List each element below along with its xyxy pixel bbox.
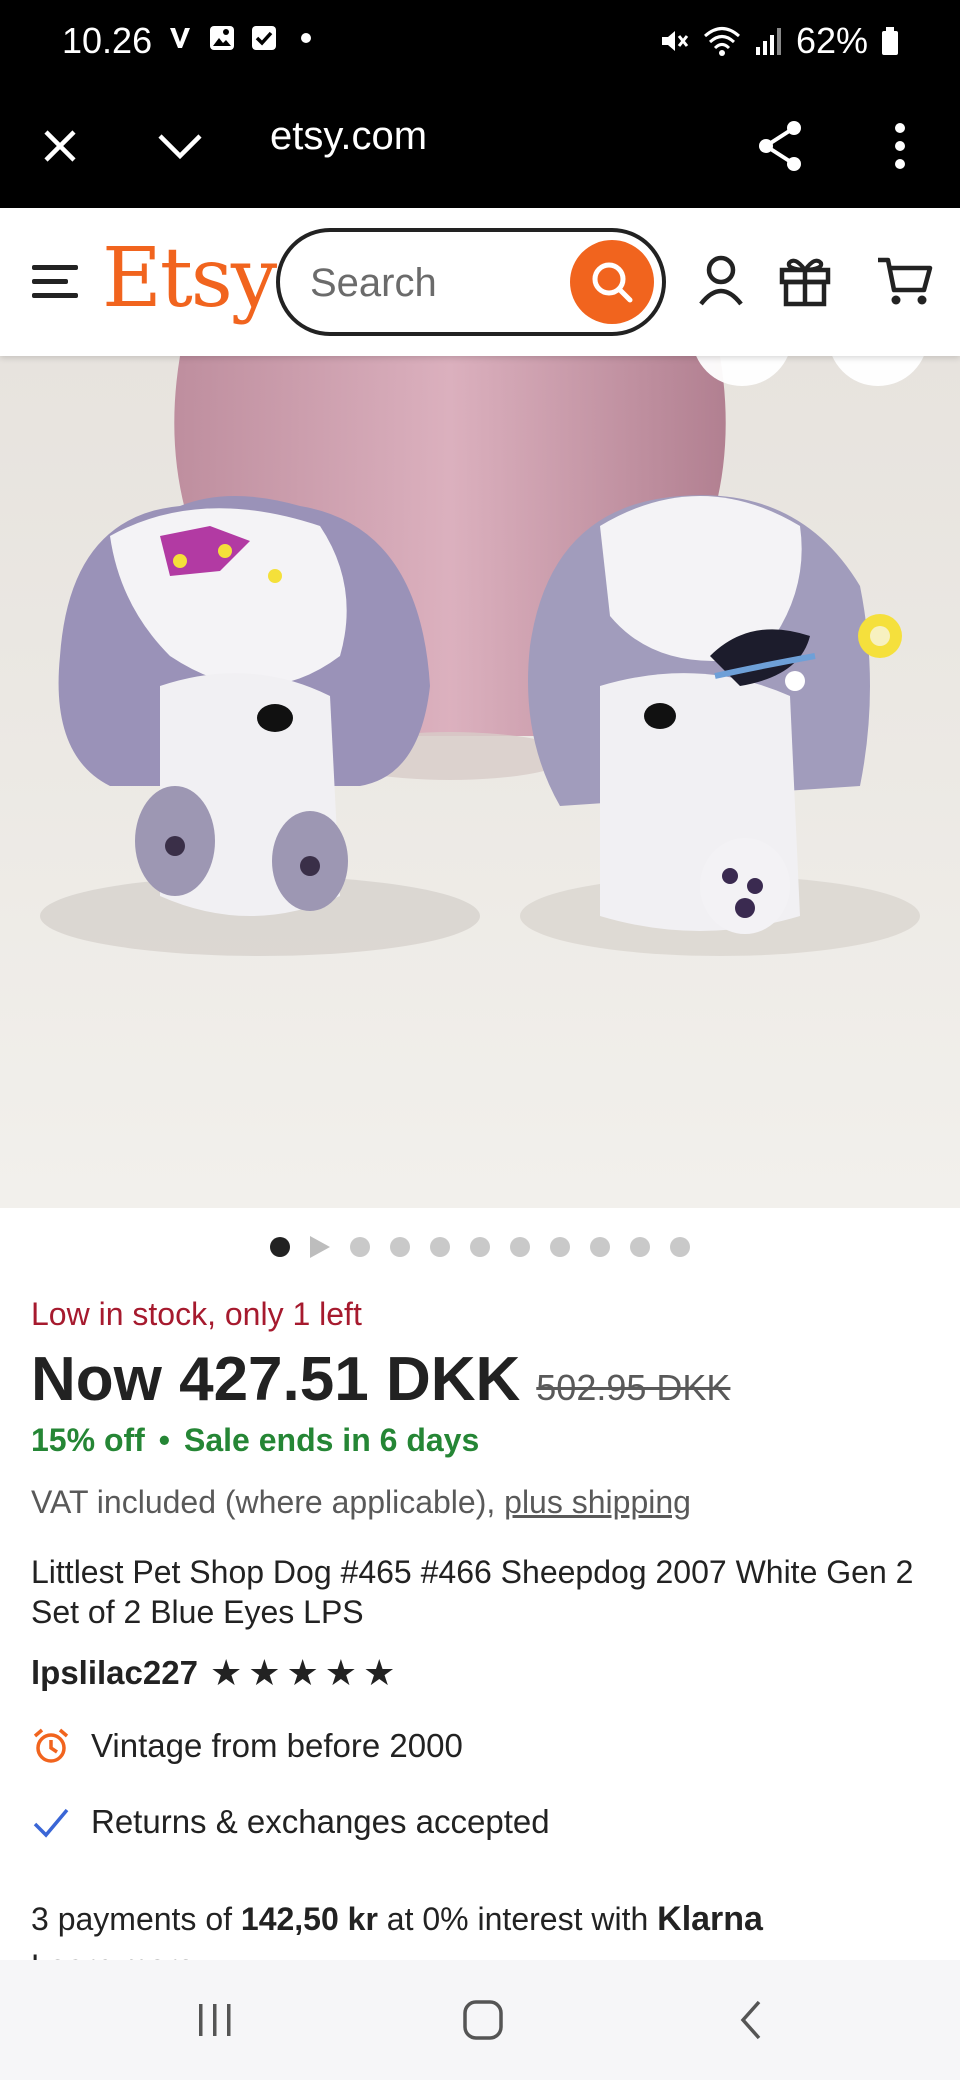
url-text[interactable]: etsy.com — [270, 114, 427, 159]
feature-vintage-label: Vintage from before 2000 — [91, 1727, 463, 1764]
browser-menu-button[interactable] — [868, 114, 932, 178]
vat-text: VAT included (where applicable), — [31, 1484, 496, 1520]
cart-icon — [878, 257, 933, 305]
star-icon: ★ — [286, 1652, 319, 1693]
carousel-dot[interactable] — [470, 1237, 490, 1257]
v-app-icon — [170, 28, 190, 48]
rating-stars: ★ ★ ★ ★ ★ — [210, 1655, 395, 1691]
home-button[interactable] — [448, 1990, 518, 2050]
site-header: Etsy — [0, 208, 960, 356]
chevron-down-icon — [158, 134, 202, 160]
system-icons: 62% — [658, 20, 900, 62]
wifi-icon — [703, 27, 740, 56]
shop-row: lpslilac227 ★ ★ ★ ★ ★ — [31, 1654, 395, 1692]
hamburger-icon — [32, 265, 78, 298]
notification-icons — [166, 24, 320, 52]
back-icon — [740, 2000, 761, 2040]
gift-icon — [779, 258, 831, 307]
close-tab-button[interactable] — [28, 114, 92, 178]
vat-info: VAT included (where applicable), plus sh… — [31, 1484, 691, 1521]
klarna-logo: Klarna — [657, 1900, 763, 1938]
signal-icon — [755, 28, 781, 55]
product-photo-illustration — [40, 356, 924, 956]
battery-percent: 62% — [795, 20, 868, 61]
star-icon: ★ — [324, 1652, 358, 1693]
carousel-dot[interactable] — [550, 1237, 570, 1257]
star-icon: ★ — [209, 1652, 243, 1693]
menu-button[interactable] — [24, 250, 86, 312]
dot-icon — [301, 33, 311, 43]
shipping-link[interactable]: plus shipping — [504, 1484, 691, 1520]
image-carousel-dots — [270, 1236, 690, 1258]
status-time: 10.26 — [62, 20, 153, 61]
discount-label: 15% off — [31, 1422, 145, 1458]
search-bar — [276, 228, 666, 336]
klarna-amount: 142,50 kr — [240, 1901, 378, 1937]
status-bar: 10.26 62% — [0, 0, 960, 86]
carousel-dot[interactable] — [630, 1237, 650, 1257]
collapse-button[interactable] — [148, 114, 212, 178]
klarna-middle: at 0% interest with — [386, 1901, 649, 1937]
feature-returns-label: Returns & exchanges accepted — [91, 1803, 550, 1840]
video-play-icon[interactable] — [310, 1236, 330, 1258]
recent-apps-icon — [199, 2004, 231, 2036]
search-button[interactable] — [570, 240, 654, 324]
checkmark-icon — [33, 1808, 69, 1838]
current-price: Now 427.51 DKK — [31, 1345, 521, 1414]
gallery-icon — [210, 26, 234, 50]
shop-name[interactable]: lpslilac227 — [31, 1654, 198, 1692]
product-title: Littlest Pet Shop Dog #465 #466 Sheepdog… — [31, 1554, 914, 1630]
search-icon — [592, 262, 633, 303]
carousel-dot[interactable] — [590, 1237, 610, 1257]
recent-apps-button[interactable] — [180, 1990, 250, 2050]
browser-toolbar: etsy.com — [0, 86, 960, 208]
klarna-info: 3 payments of 142,50 kr at 0% interest w… — [31, 1900, 763, 1939]
star-icon: ★ — [363, 1652, 396, 1693]
stock-status: Low in stock, only 1 left — [31, 1296, 362, 1332]
share-button[interactable] — [748, 114, 812, 178]
sale-info: 15% off • Sale ends in 6 days — [31, 1422, 479, 1459]
separator-dot: • — [158, 1422, 170, 1458]
share-icon — [759, 121, 801, 171]
checkbox-icon — [252, 26, 276, 50]
product-photo[interactable] — [0, 356, 960, 1208]
account-button[interactable] — [690, 250, 752, 312]
mute-icon — [661, 31, 689, 51]
cart-button[interactable] — [874, 250, 936, 312]
gift-button[interactable] — [774, 250, 836, 312]
search-input[interactable] — [310, 258, 540, 308]
battery-icon — [882, 27, 898, 55]
user-icon — [699, 255, 743, 306]
carousel-dot[interactable] — [430, 1237, 450, 1257]
carousel-dot[interactable] — [350, 1237, 370, 1257]
etsy-logo[interactable]: Etsy — [102, 238, 277, 320]
back-button[interactable] — [716, 1990, 786, 2050]
feature-returns: Returns & exchanges accepted — [31, 1802, 550, 1842]
original-price: 502.95 DKK — [536, 1367, 731, 1408]
home-icon — [463, 2000, 503, 2040]
carousel-dot[interactable] — [510, 1237, 530, 1257]
klarna-prefix: 3 payments of — [31, 1901, 232, 1937]
feature-vintage: Vintage from before 2000 — [31, 1726, 463, 1766]
carousel-dot[interactable] — [270, 1237, 290, 1257]
price-row: Now 427.51 DKK 502.95 DKK — [31, 1344, 730, 1415]
more-vert-icon — [895, 123, 905, 169]
star-icon: ★ — [248, 1652, 281, 1693]
sale-ends-label: Sale ends in 6 days — [184, 1422, 480, 1458]
alarm-clock-icon — [33, 1728, 69, 1763]
system-nav-bar — [0, 1960, 960, 2080]
close-icon — [44, 130, 76, 162]
carousel-dot[interactable] — [390, 1237, 410, 1257]
carousel-dot[interactable] — [670, 1237, 690, 1257]
